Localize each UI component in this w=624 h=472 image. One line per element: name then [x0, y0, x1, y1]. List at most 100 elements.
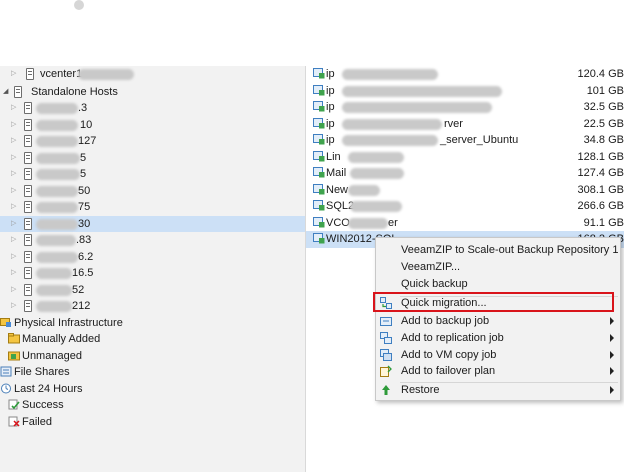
menu-item-veeamzip-to-sobr[interactable]: VeeamZIP to Scale-out Backup Repository … — [376, 242, 620, 259]
menu-item-add-to-backup-job[interactable]: Add to backup job — [376, 313, 620, 330]
vm-name: Lin — [326, 150, 341, 163]
chevron-right-icon[interactable]: ▷ — [11, 252, 18, 261]
redaction — [36, 169, 80, 180]
vm-icon — [313, 167, 325, 178]
server-icon — [24, 152, 32, 164]
file-shares-icon — [0, 366, 12, 377]
chevron-right-icon[interactable]: ▷ — [11, 186, 18, 195]
tree-item-host-selected[interactable]: ▷ 30 — [0, 216, 305, 232]
host-label: 5 — [80, 152, 87, 164]
chevron-right-icon[interactable]: ▷ — [11, 120, 18, 129]
tree-item-host[interactable]: ▷ 10 — [0, 117, 305, 133]
failed-icon — [8, 416, 20, 427]
chevron-right-icon[interactable]: ▷ — [11, 235, 18, 244]
redaction — [350, 168, 404, 179]
vm-row[interactable]: SQL2 266.6 GB — [306, 198, 624, 215]
chevron-down-icon[interactable]: ◢ — [3, 87, 10, 96]
server-icon — [24, 168, 32, 180]
tree-item-host[interactable]: ▷ 50 — [0, 183, 305, 199]
restore-icon — [382, 385, 390, 395]
tree-item-host[interactable]: ▷ 5 — [0, 150, 305, 166]
vm-row[interactable]: ip rver 22.5 GB — [306, 116, 624, 133]
vm-row[interactable]: VCO er 91.1 GB — [306, 215, 624, 232]
tree-item-host[interactable]: ▷ .3 — [0, 100, 305, 116]
success-icon — [8, 399, 20, 410]
menu-item-add-to-replication-job[interactable]: Add to replication job — [376, 330, 620, 347]
vm-row[interactable]: New 308.1 GB — [306, 182, 624, 199]
tree-item-success[interactable]: Success — [0, 397, 305, 414]
redaction — [36, 268, 72, 279]
folder-icon — [8, 333, 20, 344]
tree-item-host[interactable]: ▷ 6.2 — [0, 249, 305, 265]
menu-item-label: Add to failover plan — [401, 365, 496, 377]
tree-item-host[interactable]: ▷ 5 — [0, 166, 305, 182]
tree-item-last-24-hours[interactable]: Last 24 Hours — [0, 381, 305, 398]
backup-job-icon — [380, 317, 392, 326]
vm-name: Mail — [326, 167, 347, 179]
tree-item-manually-added[interactable]: Manually Added — [0, 331, 305, 348]
host-label: 5 — [80, 168, 87, 180]
redaction — [36, 285, 72, 296]
tree-item-file-shares[interactable]: File Shares — [0, 364, 305, 381]
redaction — [36, 252, 78, 263]
chevron-right-icon[interactable]: ▷ — [11, 136, 18, 145]
tree-item-host[interactable]: ▷ 212 — [0, 298, 305, 314]
tree-item-host[interactable]: ▷ 127 — [0, 133, 305, 149]
redaction — [348, 217, 388, 229]
chevron-right-icon[interactable]: ▷ — [11, 153, 18, 162]
tree-item-standalone-hosts[interactable]: ◢ Standalone Hosts — [0, 84, 305, 100]
host-label: 30 — [78, 218, 91, 230]
chevron-right-icon[interactable]: ▷ — [11, 301, 18, 310]
server-icon — [24, 201, 32, 213]
menu-item-quick-backup[interactable]: Quick backup — [376, 276, 620, 293]
server-icon — [24, 300, 32, 312]
unmanaged-folder-icon — [8, 351, 20, 361]
menu-item-label: Restore — [401, 384, 440, 396]
chevron-right-icon[interactable]: ▷ — [11, 285, 18, 294]
redaction — [348, 151, 404, 163]
chevron-right-icon[interactable]: ▷ — [11, 103, 18, 112]
chevron-right-icon[interactable]: ▷ — [11, 268, 18, 277]
tree-item-label: Standalone Hosts — [31, 86, 118, 98]
tree-item-label: Manually Added — [22, 333, 101, 345]
vm-row[interactable]: Lin 128.1 GB — [306, 149, 624, 166]
tree-item-unmanaged[interactable]: Unmanaged — [0, 348, 305, 365]
tree-item-host[interactable]: ▷ .83 — [0, 232, 305, 248]
vm-icon — [313, 216, 325, 227]
redaction — [342, 85, 502, 97]
tree-item-host[interactable]: ▷ 75 — [0, 199, 305, 215]
tree-item-label: Physical Infrastructure — [14, 317, 123, 329]
vm-row[interactable]: ip 101 GB — [306, 83, 624, 100]
chevron-right-icon[interactable]: ▷ — [11, 169, 18, 178]
vm-size: 34.8 GB — [583, 134, 624, 146]
menu-item-add-to-vm-copy-job[interactable]: Add to VM copy job — [376, 347, 620, 364]
tree-item-physical-infrastructure[interactable]: Physical Infrastructure — [0, 315, 305, 332]
vm-row[interactable]: ip _server_Ubuntu 34.8 GB — [306, 132, 624, 149]
vm-icon — [313, 200, 325, 211]
vm-row[interactable]: ip 32.5 GB — [306, 99, 624, 116]
tree-item-label: Unmanaged — [22, 350, 82, 362]
redaction — [78, 69, 134, 80]
vm-name: ip — [326, 117, 335, 130]
tree-item-host[interactable]: ▷ 52 — [0, 282, 305, 298]
menu-item-add-to-failover-plan[interactable]: Add to failover plan — [376, 363, 620, 380]
vm-name-suffix: _server_Ubuntu — [440, 134, 519, 146]
physical-infrastructure-icon — [0, 318, 11, 327]
chevron-right-icon[interactable]: ▷ — [11, 69, 18, 78]
menu-item-veeamzip[interactable]: VeeamZIP... — [376, 259, 620, 276]
tree-item-host[interactable]: ▷ 16.5 — [0, 265, 305, 281]
chevron-right-icon[interactable]: ▷ — [11, 219, 18, 228]
tree-item-failed[interactable]: Failed — [0, 414, 305, 431]
vm-size: 127.4 GB — [577, 167, 624, 179]
vm-row[interactable]: Mail 127.4 GB — [306, 165, 624, 182]
menu-item-restore[interactable]: Restore — [376, 382, 620, 399]
redaction — [36, 186, 78, 197]
vm-row[interactable]: ip 120.4 GB — [306, 66, 624, 83]
server-icon — [24, 119, 32, 131]
server-icon — [24, 234, 32, 246]
redaction — [36, 103, 78, 114]
server-icon — [24, 267, 32, 279]
tree-item-vcenter[interactable]: ▷ vcenter1 — [0, 66, 305, 82]
vm-size: 91.1 GB — [583, 216, 624, 229]
chevron-right-icon[interactable]: ▷ — [11, 202, 18, 211]
